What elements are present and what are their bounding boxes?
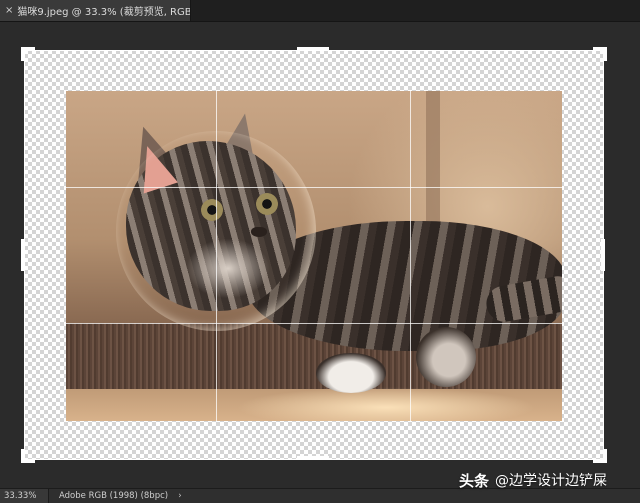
crop-border xyxy=(24,50,604,460)
watermark-brand: 头条 xyxy=(459,471,490,490)
crop-handle-top[interactable] xyxy=(297,47,329,51)
status-menu-arrow-icon[interactable]: › xyxy=(178,491,182,501)
crop-handle-bottom-left[interactable] xyxy=(21,449,35,463)
color-profile: Adobe RGB (1998) (8bpc) xyxy=(59,491,169,501)
crop-handle-top-right[interactable] xyxy=(593,47,607,61)
crop-handle-bottom-right[interactable] xyxy=(593,449,607,463)
crop-handle-top-left[interactable] xyxy=(21,47,35,61)
crop-handle-left[interactable] xyxy=(21,239,25,271)
document-tab[interactable]: × 猫咪9.jpeg @ 33.3% (裁剪预览, RGB/8) * xyxy=(0,0,191,21)
close-tab-icon[interactable]: × xyxy=(3,5,15,16)
watermark: 头条 @边学设计边铲屎 xyxy=(459,469,607,491)
watermark-account: @边学设计边铲屎 xyxy=(495,473,608,489)
document-tab-title: 猫咪9.jpeg @ 33.3% (裁剪预览, RGB/8) * xyxy=(17,7,190,18)
document-tab-bar: × 猫咪9.jpeg @ 33.3% (裁剪预览, RGB/8) * xyxy=(0,0,640,22)
zoom-level[interactable]: 33.33% xyxy=(0,489,49,503)
crop-handle-bottom[interactable] xyxy=(297,456,329,460)
crop-handle-right[interactable] xyxy=(601,239,605,271)
